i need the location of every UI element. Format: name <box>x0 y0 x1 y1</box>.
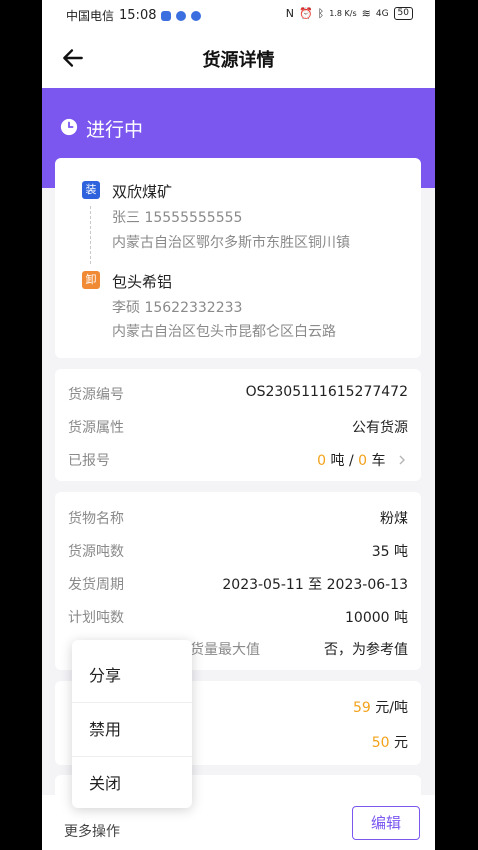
page-title: 货源详情 <box>202 50 275 71</box>
max-value: 否，为参考值 <box>324 642 408 658</box>
source-attr-label: 货源属性 <box>68 420 124 436</box>
load-contact: 张三 15555555555 <box>112 210 243 226</box>
app-notification-icon <box>161 10 172 21</box>
tonnage-label: 货源吨数 <box>68 544 124 560</box>
battery-icon: 50 <box>393 7 413 20</box>
period-row: 发货周期 2023-05-11 至 2023-06-13 <box>68 574 408 594</box>
source-attr-value: 公有货源 <box>352 420 408 436</box>
load-address: 内蒙古自治区鄂尔多斯市东胜区铜川镇 <box>112 235 350 251</box>
chevron-right-icon <box>399 455 405 465</box>
wifi-icon: ≋ <box>361 7 371 20</box>
source-no-row: 货源编号 OS2305111615277472 <box>68 384 408 404</box>
clock-icon <box>60 118 78 136</box>
carrier-label: 中国电信 <box>66 9 115 23</box>
nfc-icon: N <box>285 7 294 20</box>
source-no-value: OS2305111615277472 <box>245 384 408 400</box>
net-speed: 1.8 K/s <box>329 9 357 18</box>
route-card: 装 双欣煤矿 张三 15555555555 内蒙古自治区鄂尔多斯市东胜区铜川镇 … <box>55 158 421 358</box>
unload-badge: 卸 <box>82 271 100 289</box>
signal-label: 4G <box>375 8 389 19</box>
tonnage-value: 35 吨 <box>371 544 408 560</box>
reported-tons: 0 <box>317 453 327 469</box>
source-attr-row: 货源属性 公有货源 <box>68 417 408 437</box>
clock-time: 15:08 <box>119 8 157 23</box>
bluetooth-icon: ᛒ <box>317 7 325 20</box>
goods-name-value: 粉煤 <box>380 511 408 527</box>
route-connector <box>90 206 91 264</box>
unit-price-unit: 元/吨 <box>370 700 408 716</box>
fee-value: 50 元 <box>372 732 408 752</box>
app-notification-icon <box>176 10 187 21</box>
fee-amount: 50 <box>371 735 390 751</box>
tonnage-row: 货源吨数 35 吨 <box>68 541 408 561</box>
reported-row[interactable]: 已报号 0 吨 / 0 车 <box>68 450 408 470</box>
unload-site-name: 包头希铝 <box>112 273 173 291</box>
tons-unit: 吨 / <box>326 453 359 469</box>
cars-unit: 车 <box>367 453 386 469</box>
reported-value: 0 吨 / 0 车 <box>317 450 408 470</box>
menu-item-disable[interactable]: 禁用 <box>72 703 192 757</box>
reported-label: 已报号 <box>68 453 110 469</box>
more-actions-button[interactable]: 更多操作 <box>64 821 120 841</box>
period-value: 2023-05-11 至 2023-06-13 <box>222 577 408 593</box>
app-notification-icon <box>191 10 202 21</box>
load-badge: 装 <box>82 181 100 199</box>
plan-label: 计划吨数 <box>68 610 124 626</box>
max-label: 货量最大值 <box>190 642 260 658</box>
load-site-name: 双欣煤矿 <box>112 183 173 201</box>
top-nav-bar: 货源详情 <box>42 30 435 88</box>
goods-name-row: 货物名称 粉煤 <box>68 508 408 528</box>
alarm-icon: ⏰ <box>298 7 313 20</box>
menu-item-close[interactable]: 关闭 <box>72 757 192 811</box>
fee-unit: 元 <box>389 735 408 751</box>
goods-name-label: 货物名称 <box>68 511 124 527</box>
unit-price: 59 <box>353 700 371 716</box>
app-screen: 中国电信 15:08 N ⏰ ᛒ 1.8 K/s ≋ 4G 50 货源详情 进行… <box>42 0 435 850</box>
period-label: 发货周期 <box>68 577 124 593</box>
plan-value: 10000 吨 <box>345 610 408 626</box>
price-value: 59 元/吨 <box>353 697 408 717</box>
source-info-card: 货源编号 OS2305111615277472 货源属性 公有货源 已报号 0 … <box>55 369 421 481</box>
plan-row: 计划吨数 10000 吨 <box>68 607 408 627</box>
reported-cars: 0 <box>358 453 368 469</box>
source-no-label: 货源编号 <box>68 387 124 403</box>
status-bar: 中国电信 15:08 N ⏰ ᛒ 1.8 K/s ≋ 4G 50 <box>42 0 435 30</box>
more-actions-menu: 分享 禁用 关闭 <box>72 640 192 808</box>
menu-item-share[interactable]: 分享 <box>72 649 192 703</box>
order-status: 进行中 <box>86 119 144 141</box>
edit-button[interactable]: 编辑 <box>352 806 420 840</box>
unload-address: 内蒙古自治区包头市昆都仑区白云路 <box>112 324 336 340</box>
unload-contact: 李硕 15622332233 <box>112 300 243 316</box>
